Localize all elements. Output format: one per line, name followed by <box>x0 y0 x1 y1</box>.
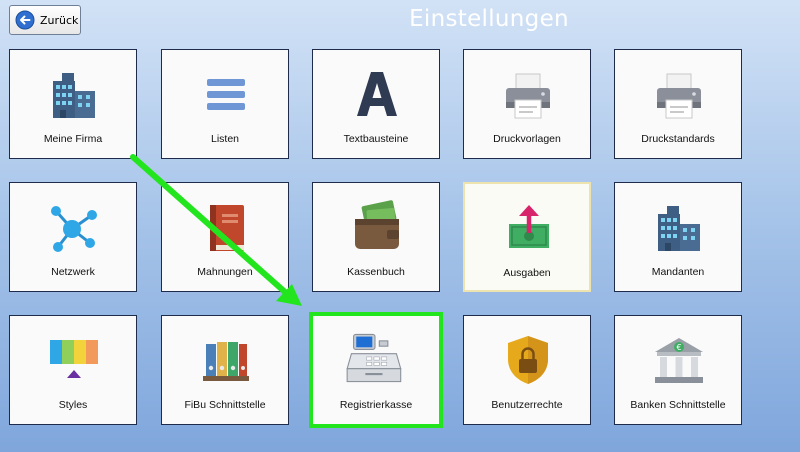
network-icon <box>51 206 97 252</box>
tile-banken-schnittstelle[interactable]: € Banken Schnittstelle <box>614 315 742 425</box>
tile-druckvorlagen[interactable]: Druckvorlagen <box>463 49 591 159</box>
bank-icon: € <box>655 338 703 383</box>
tile-label: Meine Firma <box>43 133 103 145</box>
binders-icon <box>203 342 249 381</box>
tile-label: Mahnungen <box>197 266 253 278</box>
book-icon <box>210 205 244 251</box>
tile-label: Druckvorlagen <box>493 133 561 145</box>
money-out-icon <box>509 205 549 248</box>
letter-a-icon <box>357 72 397 116</box>
list-icon <box>207 79 245 110</box>
tile-ausgaben[interactable]: Ausgaben <box>463 182 591 292</box>
tile-meine-firma[interactable]: Meine Firma <box>9 49 137 159</box>
cash-register-icon <box>346 333 402 383</box>
building-icon <box>658 206 700 251</box>
shield-lock-icon <box>508 336 548 384</box>
tile-druckstandards[interactable]: Druckstandards <box>614 49 742 159</box>
tile-benutzerrechte[interactable]: Benutzerrechte <box>463 315 591 425</box>
tile-fibu-schnittstelle[interactable]: FiBu Schnittstelle <box>161 315 289 425</box>
tile-label: Mandanten <box>651 266 705 278</box>
tile-styles[interactable]: Styles <box>9 315 137 425</box>
tile-label: Benutzerrechte <box>491 399 563 411</box>
printer-icon <box>657 73 701 119</box>
printer-icon <box>506 73 550 119</box>
tile-label: Kassenbuch <box>347 266 405 278</box>
tile-label: Listen <box>210 133 240 145</box>
color-palette-icon <box>50 340 98 378</box>
tile-label: Banken Schnittstelle <box>630 399 726 411</box>
tile-label: Registrierkasse <box>339 399 413 411</box>
tile-mandanten[interactable]: Mandanten <box>614 182 742 292</box>
wallet-icon <box>355 200 399 249</box>
tile-netzwerk[interactable]: Netzwerk <box>9 182 137 292</box>
tile-mahnungen[interactable]: Mahnungen <box>161 182 289 292</box>
tile-label: Netzwerk <box>51 266 95 278</box>
tile-label: Ausgaben <box>503 267 551 279</box>
svg-text:€: € <box>676 343 681 352</box>
tile-textbausteine[interactable]: Textbausteine <box>312 49 440 159</box>
tile-label: FiBu Schnittstelle <box>184 399 266 411</box>
tile-kassenbuch[interactable]: Kassenbuch <box>312 182 440 292</box>
tile-registrierkasse[interactable]: Registrierkasse <box>309 312 443 428</box>
tile-label: Druckstandards <box>641 133 715 145</box>
tile-label: Textbausteine <box>343 133 409 145</box>
tile-label: Styles <box>58 399 88 411</box>
tile-listen[interactable]: Listen <box>161 49 289 159</box>
page-title: Einstellungen <box>409 6 569 32</box>
building-icon <box>53 73 95 118</box>
